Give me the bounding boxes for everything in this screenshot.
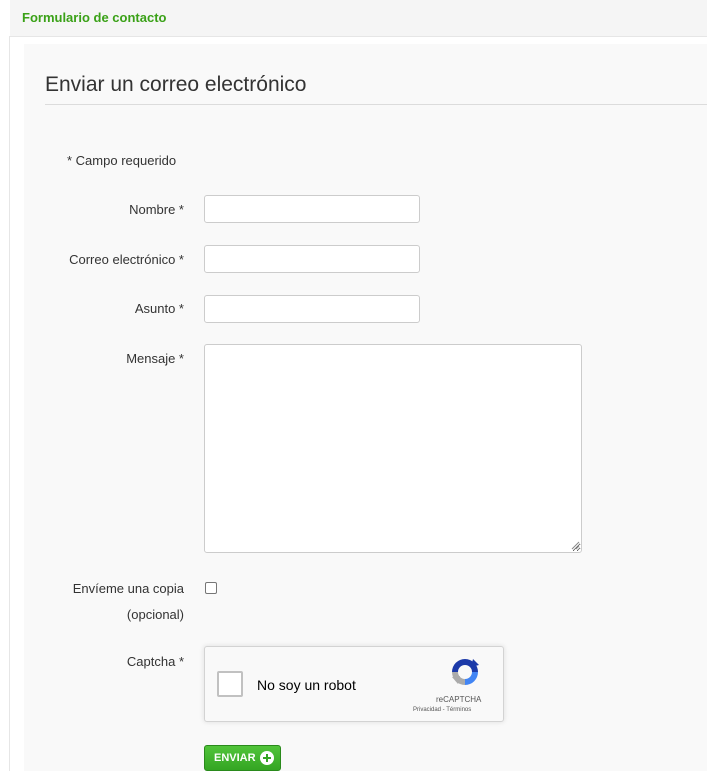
subject-input[interactable] — [204, 295, 420, 323]
title-divider — [45, 104, 707, 105]
send-copy-checkbox[interactable] — [205, 582, 217, 594]
contact-page: Formulario de contacto Enviar un correo … — [0, 0, 707, 771]
submit-button[interactable]: ENVIAR — [204, 745, 281, 771]
email-input[interactable] — [204, 245, 420, 273]
required-field-note: * Campo requerido — [67, 153, 177, 168]
captcha-label: Captcha * — [126, 654, 184, 669]
message-textarea[interactable] — [204, 344, 582, 553]
recaptcha-checkbox[interactable] — [217, 671, 243, 697]
email-label: Correo electrónico * — [69, 252, 184, 267]
recaptcha-checkbox-text: No soy un robot — [257, 677, 356, 693]
send-copy-label: Envíeme una copia — [72, 581, 184, 596]
recaptcha-logo-icon — [452, 659, 479, 685]
frame-left-border — [9, 36, 10, 771]
recaptcha-widget: No soy un robot reCAPTCHA Privacidad - T… — [204, 646, 504, 722]
subject-label: Asunto * — [134, 301, 184, 316]
message-label: Mensaje * — [126, 351, 184, 366]
form-section-title: Enviar un correo electrónico — [45, 73, 307, 96]
name-input[interactable] — [204, 195, 420, 223]
name-label: Nombre * — [129, 202, 184, 217]
plus-circle-icon — [260, 751, 274, 765]
recaptcha-privacy-terms-links[interactable]: Privacidad - Términos — [413, 707, 471, 713]
page-header-title: Formulario de contacto — [22, 10, 167, 25]
send-copy-optional-label: (opcional) — [126, 607, 184, 622]
recaptcha-brand-text: reCAPTCHA — [436, 695, 482, 704]
submit-button-label: ENVIAR — [214, 752, 256, 764]
